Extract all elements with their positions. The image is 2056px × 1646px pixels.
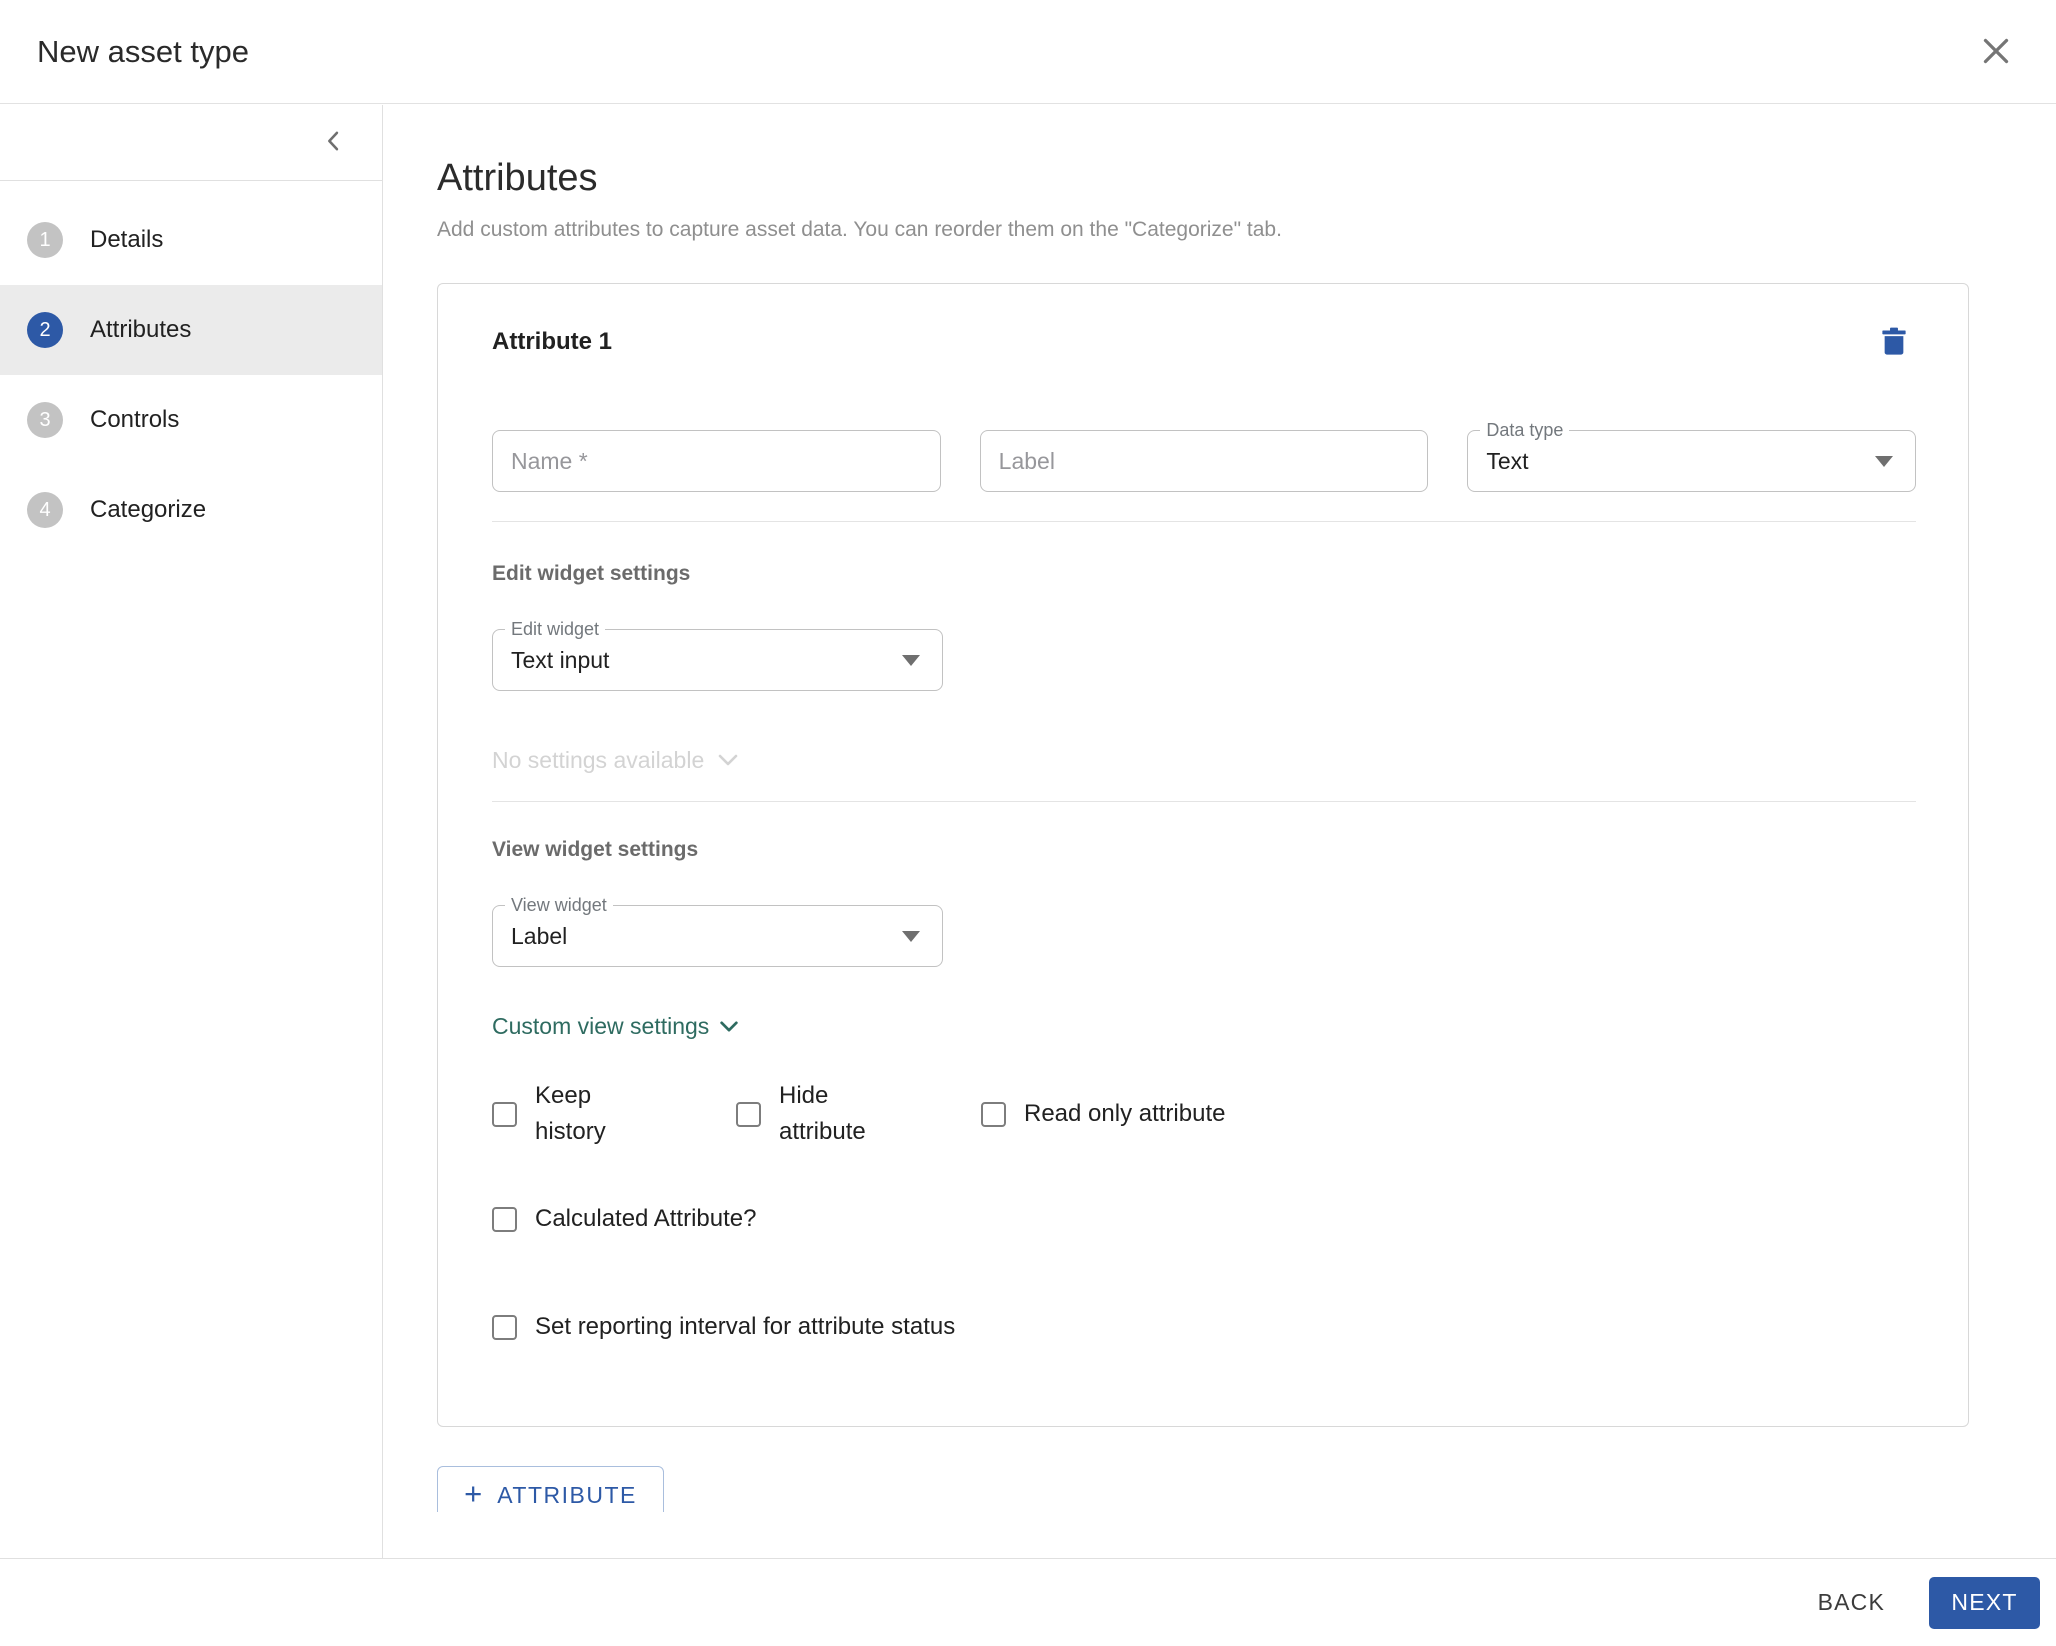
step-label: Categorize xyxy=(90,496,206,524)
close-button[interactable] xyxy=(1974,30,2018,74)
add-attribute-label: ATTRIBUTE xyxy=(497,1482,637,1509)
no-settings-disclosure: No settings available xyxy=(492,747,1916,774)
sidebar-collapse-row xyxy=(0,105,382,181)
delete-attribute-button[interactable] xyxy=(1872,320,1916,364)
page-subtitle: Add custom attributes to capture asset d… xyxy=(437,218,2004,242)
next-button[interactable]: NEXT xyxy=(1929,1577,2040,1629)
view-widget-value: Label xyxy=(511,923,567,950)
data-type-select[interactable]: Data type Text xyxy=(1467,430,1916,492)
chevron-left-icon xyxy=(320,127,348,158)
sidebar-item-attributes[interactable]: 2 Attributes xyxy=(0,285,382,375)
caret-down-icon xyxy=(902,655,920,666)
sidebar-item-categorize[interactable]: 4 Categorize xyxy=(0,465,382,555)
back-button[interactable]: BACK xyxy=(1800,1577,1903,1628)
no-settings-text: No settings available xyxy=(492,747,704,774)
main-scroll-area: Attributes Add custom attributes to capt… xyxy=(383,105,2056,1512)
chevron-down-icon xyxy=(716,747,740,774)
view-widget-select[interactable]: View widget Label xyxy=(492,905,943,967)
view-widget-floating-label: View widget xyxy=(505,895,613,915)
step-label: Controls xyxy=(90,406,179,434)
modal-body: 1 Details 2 Attributes 3 Controls 4 Cate… xyxy=(0,105,2056,1558)
caret-down-icon xyxy=(902,931,920,942)
calculated-attribute-checkbox-item[interactable]: Calculated Attribute? xyxy=(492,1201,756,1237)
divider xyxy=(492,801,1916,802)
attribute-card-title: Attribute 1 xyxy=(492,320,612,356)
checkbox[interactable] xyxy=(492,1207,517,1232)
checkbox-label: Keep history xyxy=(535,1078,647,1151)
checkbox-label: Hide attribute xyxy=(779,1078,891,1151)
view-widget-settings-heading: View widget settings xyxy=(492,838,1916,862)
custom-view-settings-toggle[interactable]: Custom view settings xyxy=(492,1013,740,1040)
step-number-badge: 4 xyxy=(27,492,63,528)
step-list: 1 Details 2 Attributes 3 Controls 4 Cate… xyxy=(0,181,382,555)
plus-icon: + xyxy=(464,1476,482,1512)
keep-history-checkbox-item[interactable]: Keep history xyxy=(492,1078,736,1151)
divider xyxy=(492,521,1916,522)
sidebar-item-details[interactable]: 1 Details xyxy=(0,195,382,285)
custom-view-settings-label: Custom view settings xyxy=(492,1013,709,1040)
stepper-sidebar: 1 Details 2 Attributes 3 Controls 4 Cate… xyxy=(0,105,383,1558)
step-label: Attributes xyxy=(90,316,191,344)
label-input[interactable] xyxy=(980,430,1429,492)
step-number-badge: 2 xyxy=(27,312,63,348)
modal-header: New asset type xyxy=(0,0,2056,104)
modal-footer: BACK NEXT xyxy=(0,1558,2056,1646)
step-label: Details xyxy=(90,226,163,254)
edit-widget-value: Text input xyxy=(511,647,609,674)
modal-title: New asset type xyxy=(37,34,249,70)
read-only-attribute-checkbox-item[interactable]: Read only attribute xyxy=(981,1096,1225,1132)
step-number-badge: 3 xyxy=(27,402,63,438)
caret-down-icon xyxy=(1875,456,1893,467)
close-icon xyxy=(1978,33,2014,72)
trash-icon xyxy=(1877,324,1911,361)
attribute-card: Attribute 1 xyxy=(437,283,1969,1427)
reporting-interval-checkbox-item[interactable]: Set reporting interval for attribute sta… xyxy=(492,1309,955,1345)
page-title: Attributes xyxy=(437,157,2004,200)
sidebar-item-controls[interactable]: 3 Controls xyxy=(0,375,382,465)
add-attribute-button[interactable]: + ATTRIBUTE xyxy=(437,1466,664,1512)
edit-widget-select[interactable]: Edit widget Text input xyxy=(492,629,943,691)
edit-widget-floating-label: Edit widget xyxy=(505,619,605,639)
data-type-floating-label: Data type xyxy=(1480,420,1569,440)
chevron-down-icon xyxy=(718,1013,740,1040)
checkbox-label: Set reporting interval for attribute sta… xyxy=(535,1309,955,1345)
checkbox-label: Calculated Attribute? xyxy=(535,1201,756,1237)
step-number-badge: 1 xyxy=(27,222,63,258)
checkbox[interactable] xyxy=(492,1102,517,1127)
checkbox[interactable] xyxy=(981,1102,1006,1127)
edit-widget-settings-heading: Edit widget settings xyxy=(492,562,1916,586)
checkbox-label: Read only attribute xyxy=(1024,1096,1225,1132)
name-input[interactable] xyxy=(492,430,941,492)
checkbox[interactable] xyxy=(492,1315,517,1340)
collapse-sidebar-button[interactable] xyxy=(314,123,354,163)
checkbox[interactable] xyxy=(736,1102,761,1127)
data-type-value: Text xyxy=(1486,448,1528,475)
hide-attribute-checkbox-item[interactable]: Hide attribute xyxy=(736,1078,981,1151)
main-content: Attributes Add custom attributes to capt… xyxy=(383,105,2056,1558)
